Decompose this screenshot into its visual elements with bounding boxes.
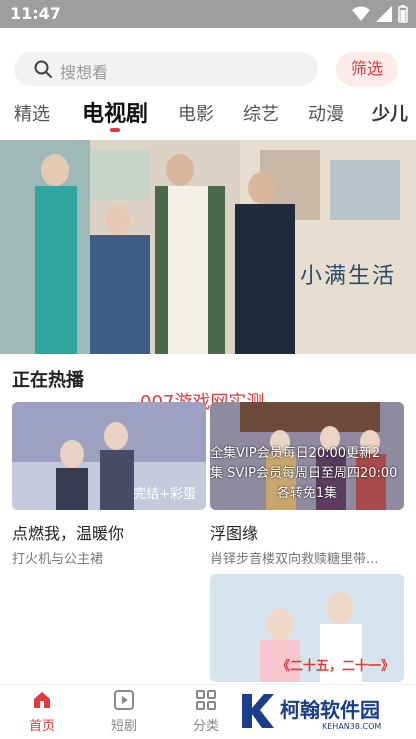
category-tabs: 精选 电视剧 电影 综艺 动漫 少儿 <box>0 94 416 134</box>
brand-watermark: 柯翰软件园 KEHAN38.COM <box>236 688 412 736</box>
brand-logo-icon <box>242 694 274 728</box>
tab-anime[interactable]: 动漫 <box>308 100 344 126</box>
tab-kids[interactable]: 少儿 <box>372 100 408 126</box>
card-3-overlay: 《二十五，二十一》 <box>276 659 394 674</box>
card-2-overlay-line: 各转免1集 <box>276 486 338 501</box>
card-1-badge: 完结+彩蛋 <box>133 487 196 502</box>
card-2-overlay-line: 全集VIP会员每日20:00更新2 <box>210 446 381 461</box>
card-2-subtitle: 肖铎步音楼双向救赎糖里带... <box>210 552 379 567</box>
search-row: 搜想看 筛选 <box>0 48 416 90</box>
section-title: 正在热播 <box>12 370 84 391</box>
battery-icon <box>398 5 408 23</box>
card-2-title[interactable]: 浮图缘 <box>210 520 258 544</box>
status-bar: 11:47 <box>0 0 416 28</box>
signal-icon <box>376 6 392 22</box>
brand-url: KEHAN38.COM <box>322 722 382 731</box>
show-card-2[interactable]: 全集VIP会员每日20:00更新2 集 SVIP会员每周日至周四20:00 各转… <box>210 402 404 510</box>
grid-icon <box>196 690 216 710</box>
filter-button[interactable]: 筛选 <box>336 52 398 86</box>
tab-movies[interactable]: 电影 <box>178 100 214 126</box>
nav-short-drama[interactable]: 短剧 <box>94 689 154 734</box>
status-time: 11:47 <box>10 4 61 23</box>
banner-image <box>0 140 416 354</box>
brand-name: 柯翰软件园 <box>280 698 380 722</box>
card-2-overlay-line: 集 SVIP会员每周日至周四20:00 <box>210 466 398 481</box>
tab-variety[interactable]: 综艺 <box>243 100 279 126</box>
status-icons <box>352 5 408 23</box>
hero-banner[interactable]: 小满生活 <box>0 140 416 354</box>
search-icon <box>34 60 52 78</box>
tab-tv-series[interactable]: 电视剧 <box>82 96 148 128</box>
show-card-3[interactable]: 《二十五，二十一》 <box>210 574 404 682</box>
search-input[interactable]: 搜想看 <box>14 52 318 86</box>
card-1-title[interactable]: 点燃我，温暖你 <box>12 520 124 544</box>
show-card-1[interactable]: 完结+彩蛋 <box>12 402 206 510</box>
banner-title: 小满生活 <box>300 264 397 289</box>
search-placeholder: 搜想看 <box>60 63 109 82</box>
nav-category-label: 分类 <box>192 719 219 734</box>
nav-category[interactable]: 分类 <box>176 689 236 734</box>
nav-home[interactable]: 首页 <box>12 689 72 734</box>
play-icon <box>114 690 134 710</box>
nav-home-label: 首页 <box>28 719 55 734</box>
nav-short-drama-label: 短剧 <box>110 719 137 734</box>
card-1-subtitle: 打火机与公主裙 <box>12 552 104 567</box>
wifi-icon <box>352 6 370 21</box>
home-icon <box>34 692 50 708</box>
card-2-overlay: 全集VIP会员每日20:00更新2 集 SVIP会员每周日至周四20:00 各转… <box>210 444 404 504</box>
tab-featured[interactable]: 精选 <box>14 100 50 126</box>
active-tab-indicator <box>110 128 120 132</box>
